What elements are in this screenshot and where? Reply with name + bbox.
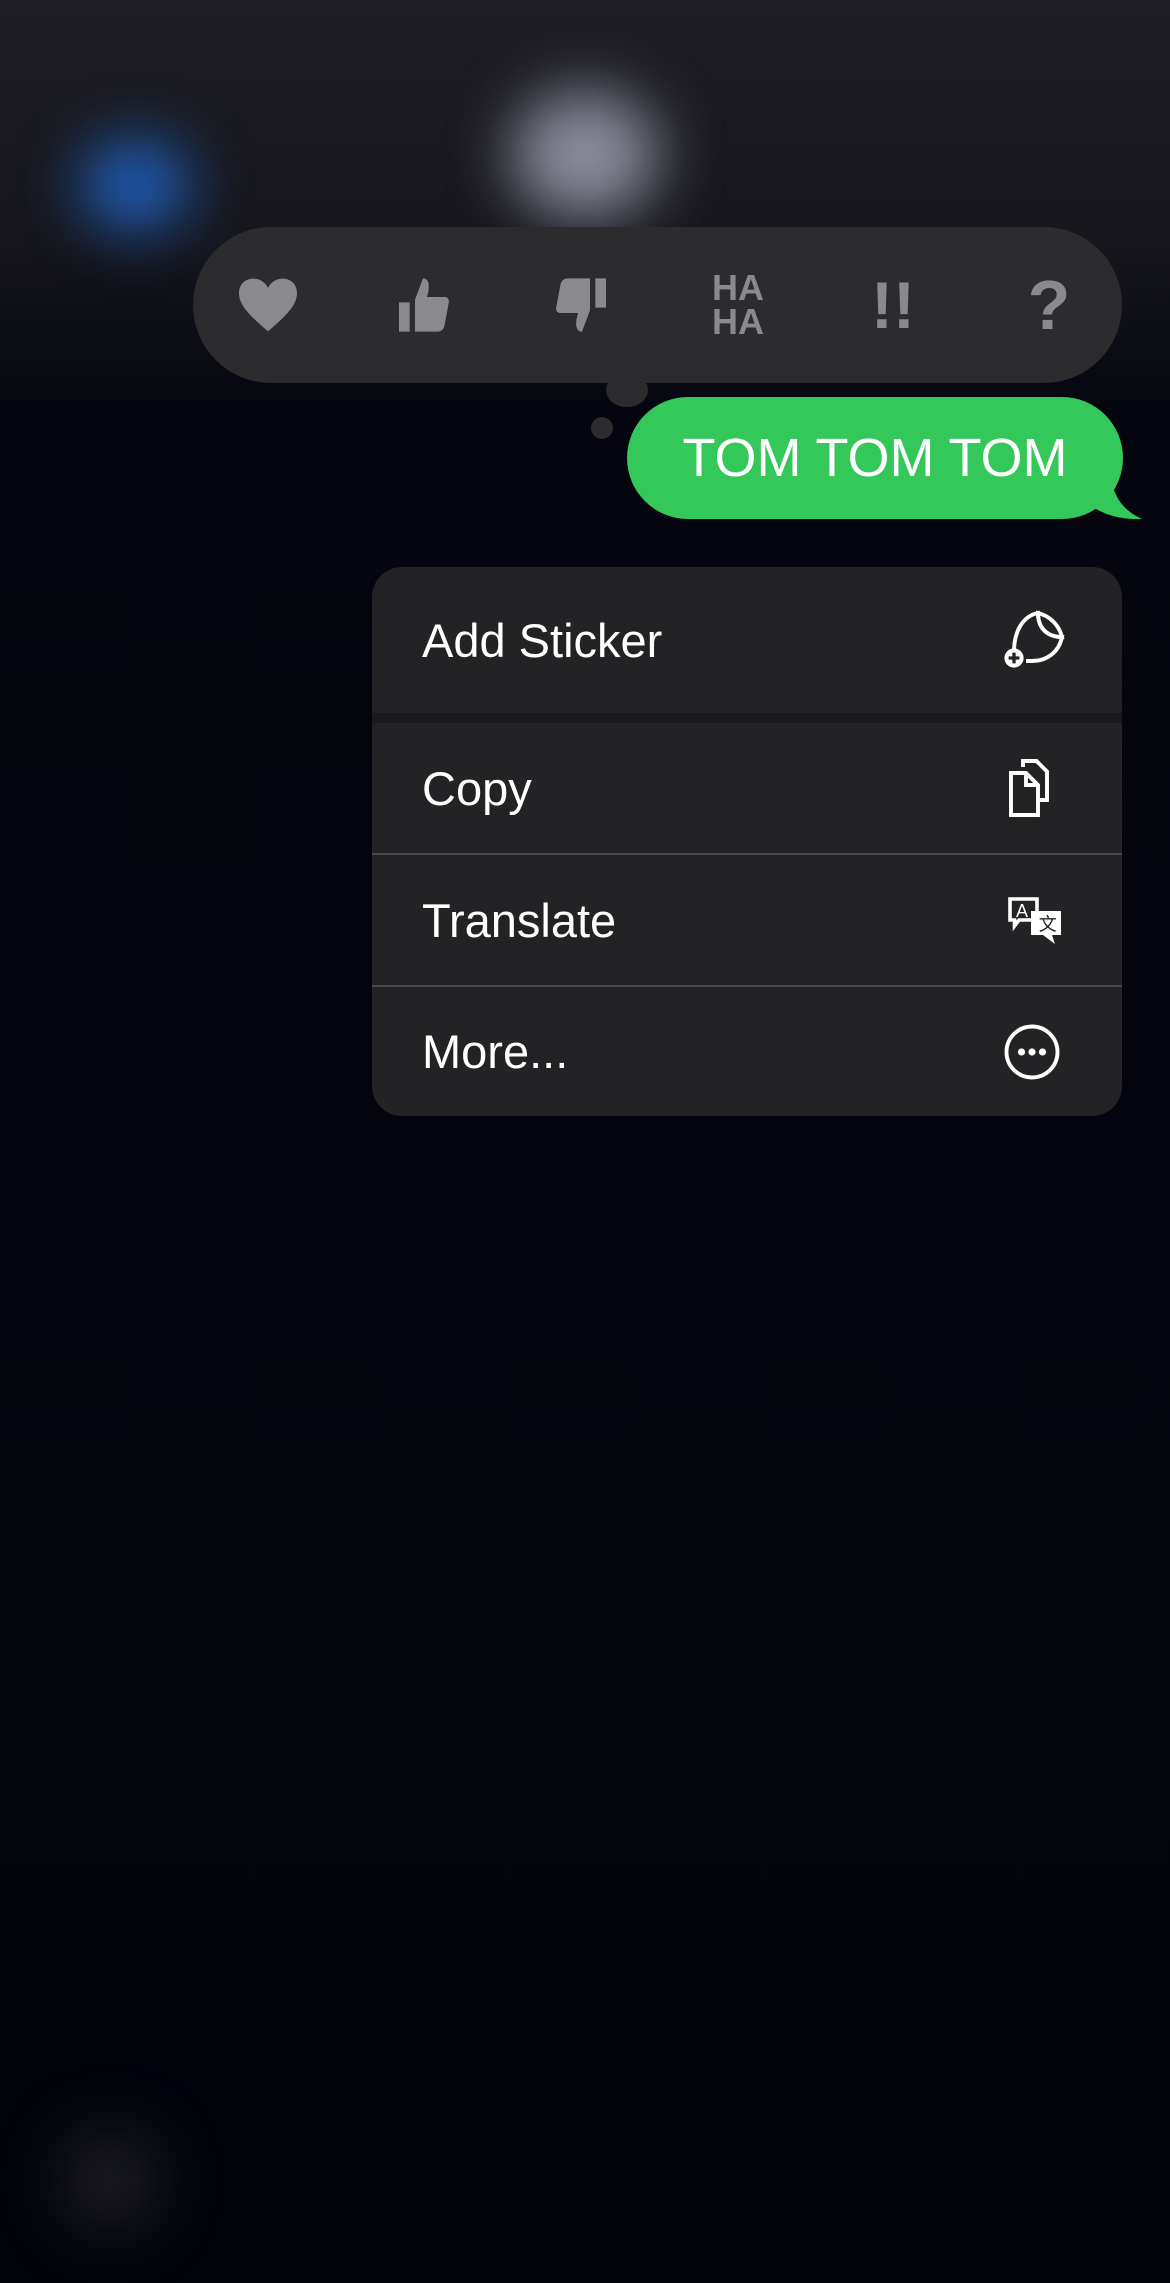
svg-text:A: A xyxy=(1016,901,1028,921)
blurred-input-bar xyxy=(60,2130,160,2230)
heart-icon[interactable] xyxy=(228,265,308,345)
reaction-bar-tail xyxy=(606,373,648,407)
blurred-avatar xyxy=(80,140,190,230)
blurred-avatar xyxy=(510,90,660,220)
translate-icon: A 文 xyxy=(1008,897,1061,944)
question-icon[interactable]: ? xyxy=(1009,265,1089,345)
reaction-bar-tail xyxy=(591,417,613,439)
svg-text:文: 文 xyxy=(1039,915,1057,936)
bubble-tail xyxy=(1090,470,1142,520)
menu-section-divider xyxy=(372,713,1122,723)
message-bubble[interactable]: TOM TOM TOM xyxy=(627,397,1123,519)
menu-item-translate[interactable]: Translate A 文 xyxy=(372,855,1122,985)
copy-icon xyxy=(1009,759,1049,817)
thumbs-down-icon[interactable] xyxy=(542,265,622,345)
exclamation-icon[interactable]: !! xyxy=(853,265,933,345)
haha-icon[interactable]: HA HA xyxy=(698,265,778,345)
context-menu: Add Sticker Copy Translate A 文 More... xyxy=(372,567,1122,1116)
menu-item-more[interactable]: More... xyxy=(372,987,1122,1116)
add-sticker-icon xyxy=(1004,610,1065,668)
menu-item-add-sticker[interactable]: Add Sticker xyxy=(372,567,1122,713)
tapback-reaction-bar: HA HA !! ? xyxy=(193,227,1122,383)
haha-text: HA xyxy=(712,267,764,308)
more-icon xyxy=(1004,1024,1060,1079)
menu-item-copy[interactable]: Copy xyxy=(372,723,1122,853)
thumbs-up-icon[interactable] xyxy=(383,265,463,345)
message-text: TOM TOM TOM xyxy=(682,428,1068,488)
